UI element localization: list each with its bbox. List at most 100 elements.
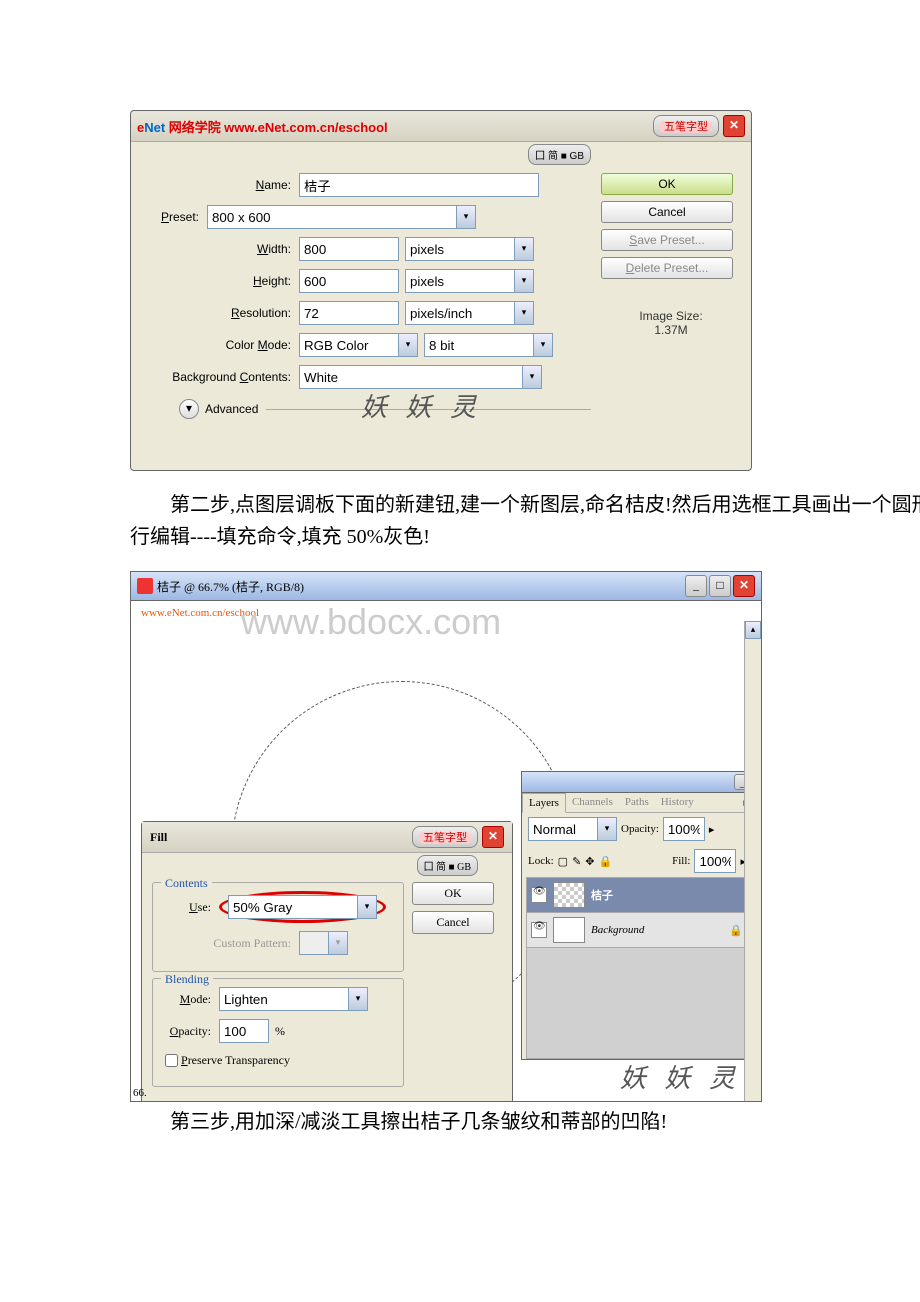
mode-label: Mode: xyxy=(161,992,219,1007)
custom-pattern-label: Custom Pattern: xyxy=(161,936,299,951)
lock-transparency-icon[interactable]: ▢ xyxy=(558,855,568,868)
ime-sub-indicator[interactable]: 囗 简 ■ GB xyxy=(417,855,478,876)
contents-fieldset-label: Contents xyxy=(161,876,212,891)
resolution-input[interactable] xyxy=(299,301,399,325)
ime-indicator[interactable]: 五笔字型 xyxy=(412,826,478,848)
chevron-down-icon[interactable]: ▾ xyxy=(523,365,542,389)
enet-url: www.eNet.com.cn/eschool xyxy=(224,120,388,135)
opacity-flyout-icon[interactable]: ▸ xyxy=(709,823,715,836)
document-window: 桔子 @ 66.7% (桔子, RGB/8) _ □ ✕ www.eNet.co… xyxy=(130,571,762,1102)
blending-fieldset-label: Blending xyxy=(161,972,213,987)
lock-position-icon[interactable]: ✥ xyxy=(585,855,594,868)
name-input[interactable] xyxy=(299,173,539,197)
pattern-swatch xyxy=(299,931,329,955)
tab-history[interactable]: History xyxy=(655,793,700,812)
chevron-down-icon[interactable]: ▾ xyxy=(515,237,534,261)
width-input[interactable] xyxy=(299,237,399,261)
opacity-label: Opacity: xyxy=(161,1024,219,1039)
highlight-circle: ▾ xyxy=(219,891,386,923)
blend-mode-select[interactable] xyxy=(219,987,349,1011)
ok-button[interactable]: OK xyxy=(412,882,494,905)
use-label: Use: xyxy=(161,900,219,915)
cancel-button[interactable]: Cancel xyxy=(601,201,733,223)
tab-layers[interactable]: Layers xyxy=(522,793,566,813)
layers-panel: _ Layers Channels Paths History ▸ ▾ Opac… xyxy=(521,771,753,1060)
close-button[interactable]: ✕ xyxy=(733,575,755,597)
blend-mode-select[interactable] xyxy=(528,817,598,841)
ok-button[interactable]: OK xyxy=(601,173,733,195)
chevron-down-icon[interactable]: ▾ xyxy=(534,333,553,357)
image-size-label: Image Size: xyxy=(601,309,741,323)
color-mode-label: Color Mode: xyxy=(141,338,299,352)
document-titlebar: 桔子 @ 66.7% (桔子, RGB/8) _ □ ✕ xyxy=(131,572,761,601)
maximize-button[interactable]: □ xyxy=(709,575,731,597)
width-unit-select[interactable] xyxy=(405,237,515,261)
height-input[interactable] xyxy=(299,269,399,293)
background-select[interactable] xyxy=(299,365,523,389)
layer-row[interactable]: Background 🔒 xyxy=(527,913,747,948)
step-2-text: 第二步,点图层调板下面的新建钮,建一个新图层,命名桔皮!然后用选框工具画出一个圆… xyxy=(130,489,920,553)
fill-label: Fill: xyxy=(672,855,690,867)
resolution-unit-select[interactable] xyxy=(405,301,515,325)
layer-name: 桔子 xyxy=(591,887,613,903)
tab-paths[interactable]: Paths xyxy=(619,793,655,812)
layer-thumbnail[interactable] xyxy=(553,917,585,943)
step-3-text: 第三步,用加深/减淡工具擦出桔子几条皱纹和蒂部的凹陷! xyxy=(130,1106,920,1138)
preset-label: Preset: xyxy=(141,210,207,224)
advanced-toggle[interactable]: ▾ xyxy=(179,399,199,419)
scroll-up-button[interactable]: ▴ xyxy=(745,621,761,639)
chevron-down-icon[interactable]: ▾ xyxy=(349,987,368,1011)
visibility-eye-icon[interactable] xyxy=(531,922,547,938)
fill-dialog: Fill 五笔字型 ✕ 囗 简 ■ GB Contents Use: ▾ xyxy=(141,821,513,1101)
layer-row[interactable]: 桔子 xyxy=(527,878,747,913)
color-mode-select[interactable] xyxy=(299,333,399,357)
lock-icon: 🔒 xyxy=(729,924,743,937)
use-select[interactable] xyxy=(228,895,358,919)
preserve-transparency-label: Preserve Transparency xyxy=(181,1053,290,1068)
image-size-value: 1.37M xyxy=(601,323,741,337)
panel-tabs: Layers Channels Paths History ▸ xyxy=(522,793,752,813)
bdocx-watermark: www.bdocx.com xyxy=(241,601,501,643)
tab-channels[interactable]: Channels xyxy=(566,793,619,812)
chevron-down-icon[interactable]: ▾ xyxy=(515,301,534,325)
chevron-down-icon[interactable]: ▾ xyxy=(399,333,418,357)
dialog-titlebar: eNet 网络学院 www.eNet.com.cn/eschool 五笔字型 ✕ xyxy=(131,111,751,142)
lock-all-icon[interactable]: 🔒 xyxy=(599,855,613,868)
new-document-dialog: eNet 网络学院 www.eNet.com.cn/eschool 五笔字型 ✕… xyxy=(130,110,752,471)
layer-thumbnail[interactable] xyxy=(553,882,585,908)
close-button[interactable]: ✕ xyxy=(482,826,504,848)
height-unit-select[interactable] xyxy=(405,269,515,293)
photoshop-doc-icon xyxy=(137,578,153,594)
height-label: Height: xyxy=(141,274,299,288)
cancel-button[interactable]: Cancel xyxy=(412,911,494,934)
opacity-unit: % xyxy=(275,1024,285,1039)
opacity-input[interactable] xyxy=(219,1019,269,1043)
document-title: 桔子 @ 66.7% (桔子, RGB/8) xyxy=(157,578,304,595)
chevron-down-icon[interactable]: ▾ xyxy=(598,817,617,841)
visibility-eye-icon[interactable] xyxy=(531,887,547,903)
chevron-down-icon[interactable]: ▾ xyxy=(358,895,377,919)
ime-indicator[interactable]: 五笔字型 xyxy=(653,115,719,137)
preset-select[interactable] xyxy=(207,205,457,229)
background-label: Background Contents: xyxy=(141,370,299,384)
minimize-button[interactable]: _ xyxy=(685,575,707,597)
lock-label: Lock: xyxy=(528,855,554,867)
layer-opacity-input[interactable] xyxy=(663,817,705,841)
layer-fill-input[interactable] xyxy=(694,849,736,873)
zoom-status: 66. xyxy=(133,1087,147,1099)
lock-pixels-icon[interactable]: ✎ xyxy=(572,855,581,868)
layer-list: 桔子 Background 🔒 xyxy=(526,877,748,1059)
layer-name: Background xyxy=(591,924,644,936)
signature-watermark: 妖 妖 灵 xyxy=(620,1058,741,1095)
save-preset-button[interactable]: Save Preset... xyxy=(601,229,733,251)
delete-preset-button[interactable]: Delete Preset... xyxy=(601,257,733,279)
name-label: Name: xyxy=(141,178,299,192)
vertical-scrollbar[interactable]: ▴ xyxy=(744,621,761,1101)
chevron-down-icon[interactable]: ▾ xyxy=(515,269,534,293)
preserve-transparency-checkbox[interactable] xyxy=(165,1054,178,1067)
bit-depth-select[interactable] xyxy=(424,333,534,357)
canvas-area[interactable]: www.eNet.com.cn/eschool www.bdocx.com Fi… xyxy=(131,601,761,1101)
chevron-down-icon[interactable]: ▾ xyxy=(457,205,476,229)
close-button[interactable]: ✕ xyxy=(723,115,745,137)
ime-sub-indicator[interactable]: 囗 简 ■ GB xyxy=(528,144,591,165)
